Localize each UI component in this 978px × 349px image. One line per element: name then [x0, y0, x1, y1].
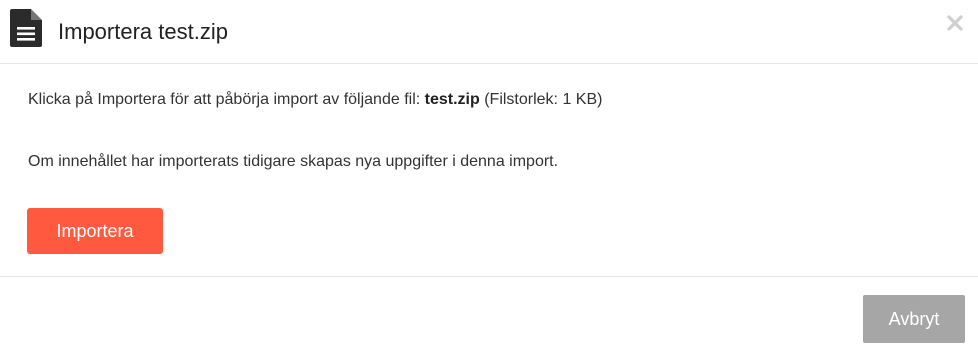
dialog-title: Importera test.zip — [58, 19, 228, 44]
dialog-body: Klicka på Importera för att påbörja impo… — [0, 64, 978, 277]
document-icon — [10, 9, 42, 47]
file-size-text: (Filstorlek: 1 KB) — [479, 91, 603, 108]
import-note: Om innehållet har importerats tidigare s… — [28, 153, 559, 170]
close-icon[interactable] — [944, 12, 966, 34]
import-dialog: Importera test.zip Klicka på Importera f… — [0, 0, 978, 349]
file-name: test.zip — [424, 91, 480, 108]
instruction-prefix: Klicka på Importera för att påbörja impo… — [28, 91, 425, 108]
cancel-button[interactable]: Avbryt — [863, 295, 965, 343]
import-instruction: Klicka på Importera för att påbörja impo… — [28, 90, 602, 110]
import-button[interactable]: Importera — [27, 208, 163, 254]
dialog-footer: Avbryt — [0, 277, 978, 349]
dialog-header: Importera test.zip — [0, 0, 978, 64]
